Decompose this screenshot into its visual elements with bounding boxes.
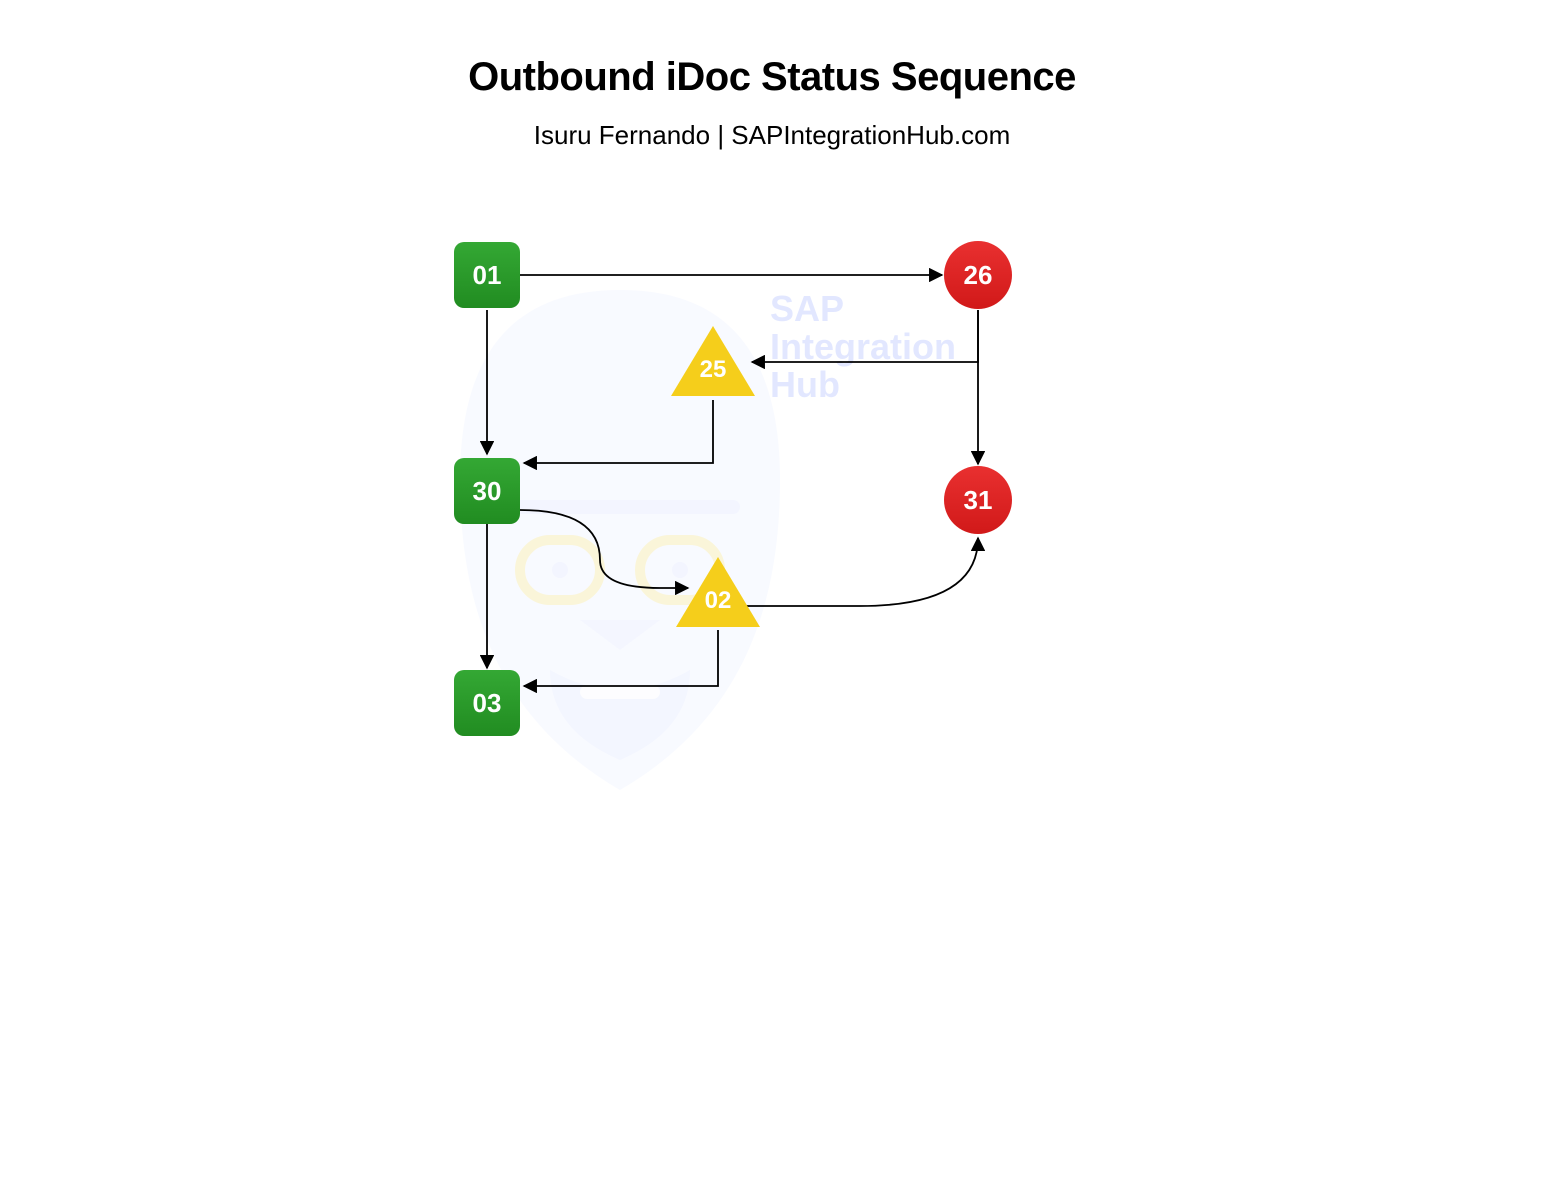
edge-25-30 bbox=[524, 400, 713, 463]
status-node-30: 30 bbox=[454, 458, 520, 524]
status-node-03: 03 bbox=[454, 670, 520, 736]
edge-26-25 bbox=[752, 310, 978, 362]
watermark-text: SAP Integration Hub bbox=[770, 290, 956, 403]
page-subtitle: Isuru Fernando | SAPIntegrationHub.com bbox=[0, 120, 1544, 151]
diagram-edges bbox=[0, 0, 1544, 1181]
page-title: Outbound iDoc Status Sequence bbox=[0, 55, 1544, 100]
status-node-02: 02 bbox=[676, 557, 760, 627]
status-node-31: 31 bbox=[944, 466, 1012, 534]
edge-02-03 bbox=[524, 630, 718, 686]
edge-30-02 bbox=[520, 510, 688, 588]
edge-02-31 bbox=[740, 538, 978, 606]
status-node-26: 26 bbox=[944, 241, 1012, 309]
status-node-01: 01 bbox=[454, 242, 520, 308]
status-node-25: 25 bbox=[671, 326, 755, 396]
